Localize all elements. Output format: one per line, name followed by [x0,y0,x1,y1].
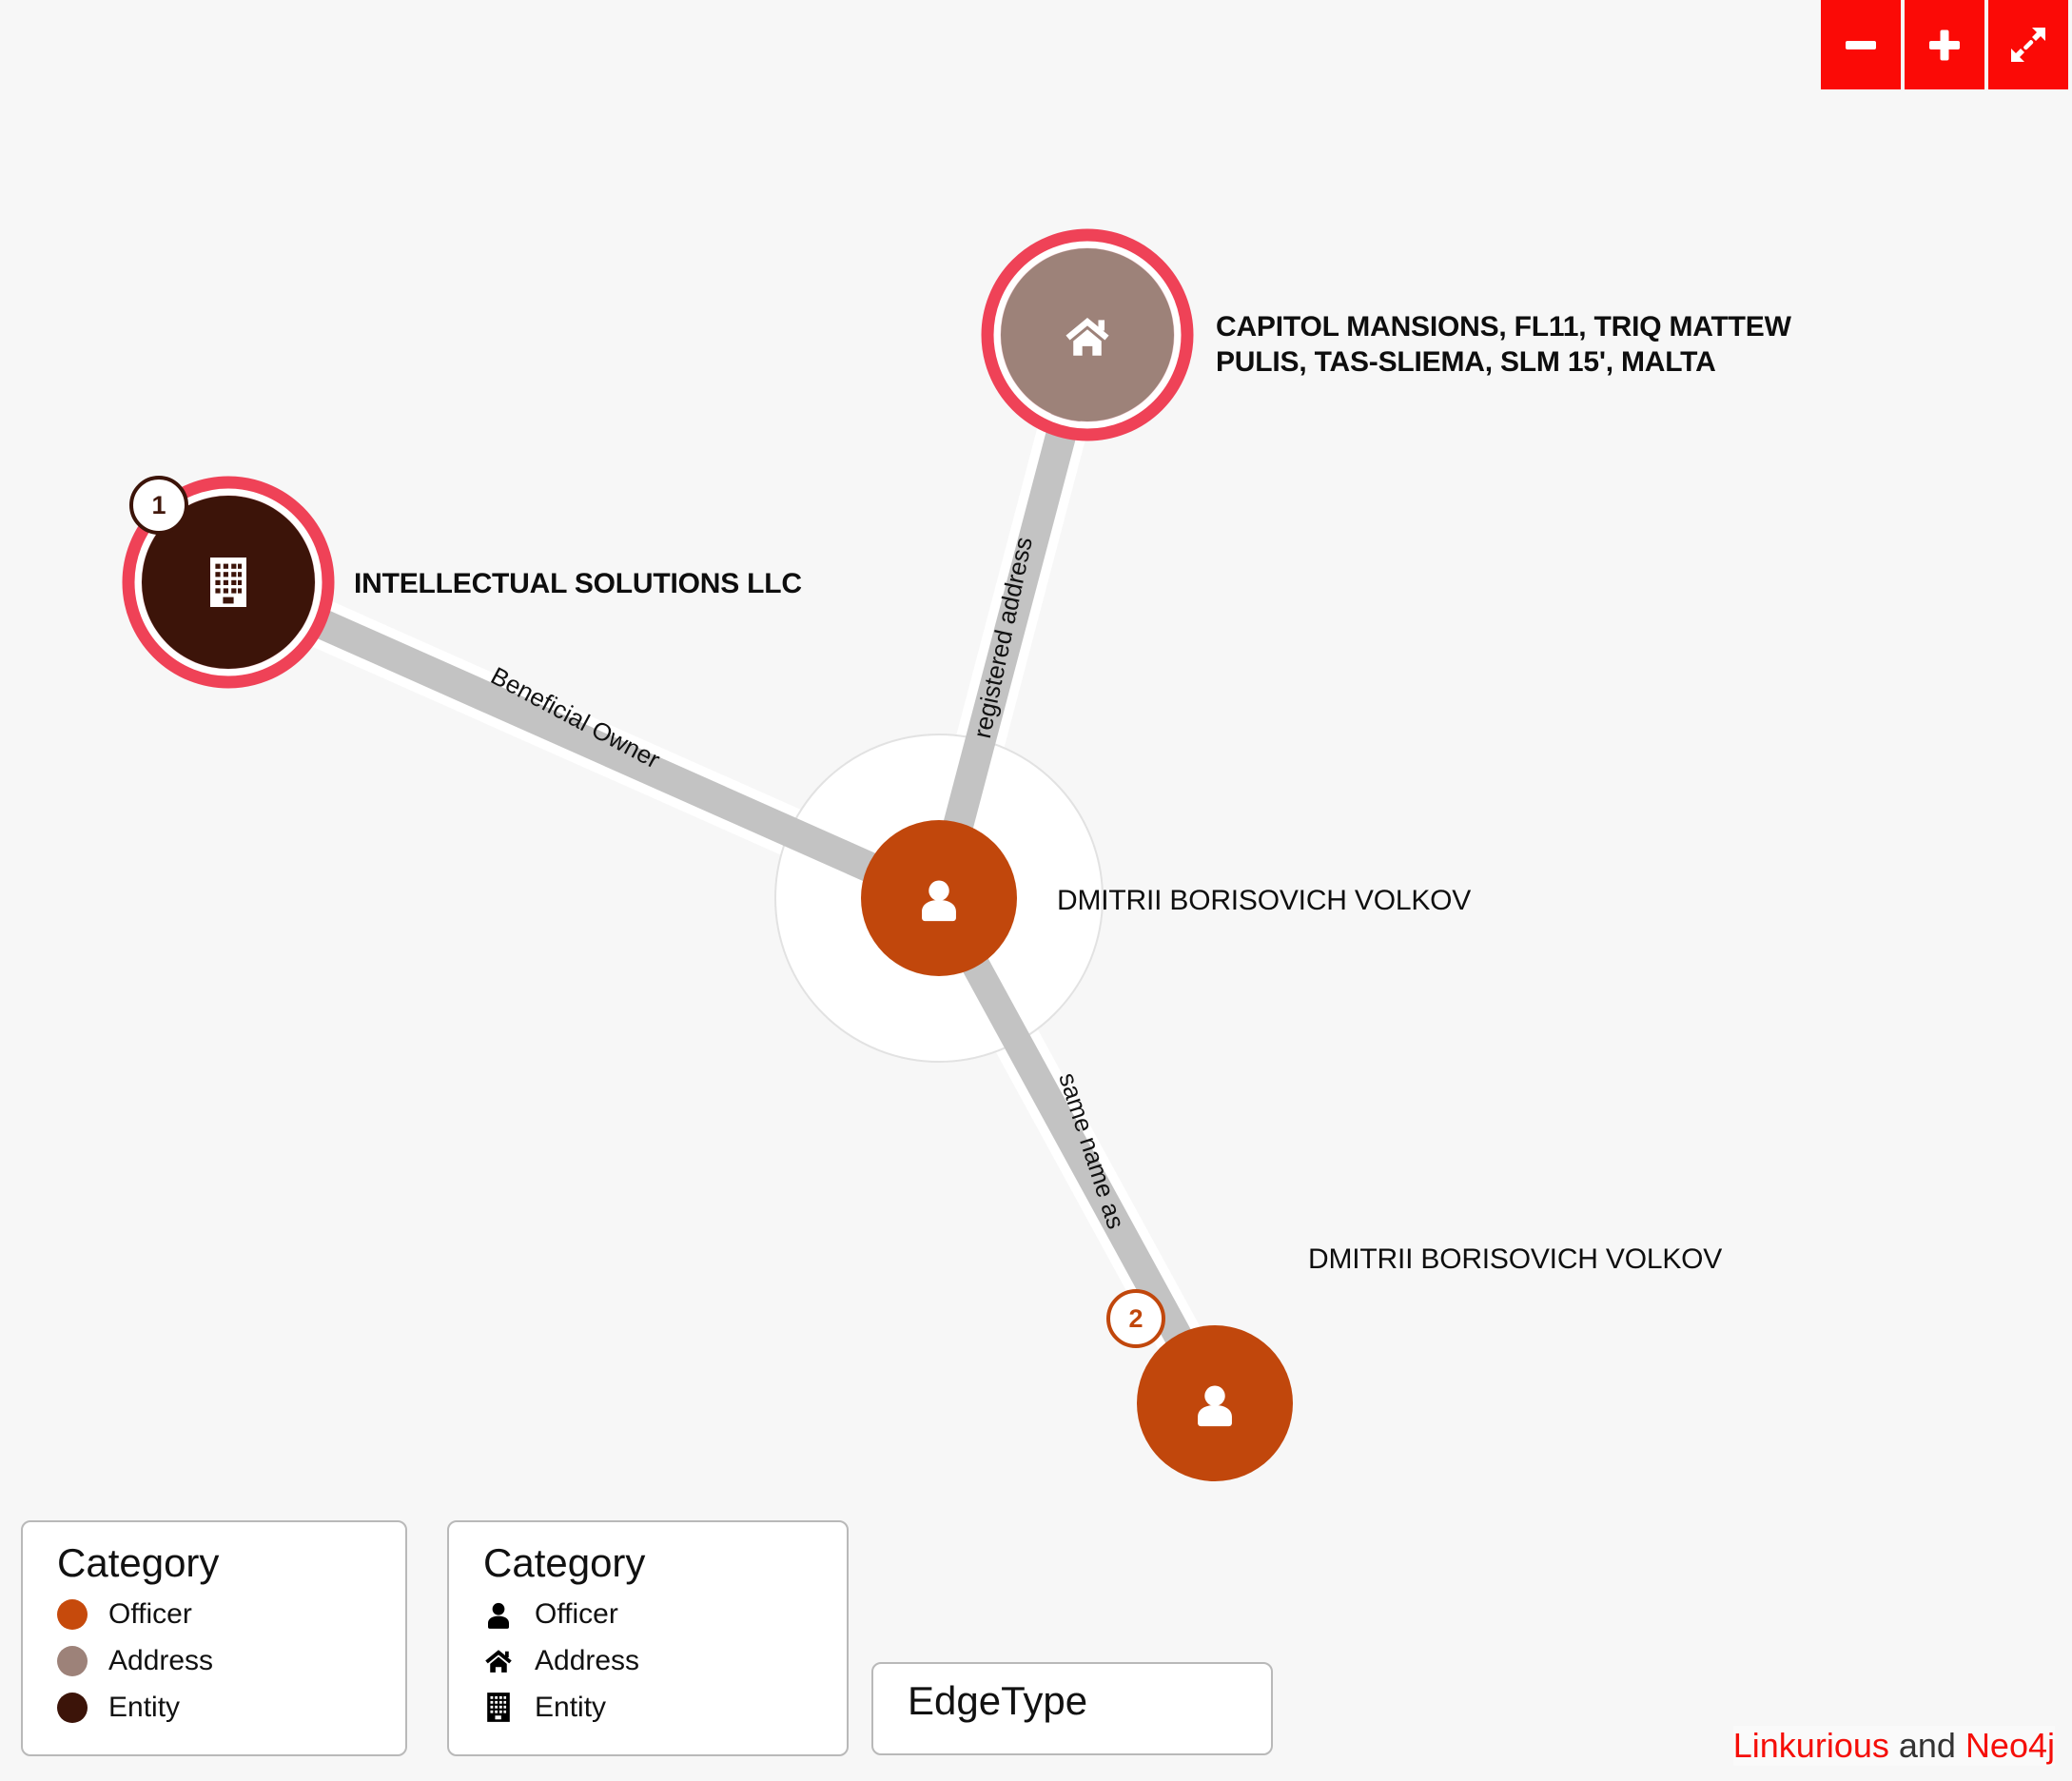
legend-item-label: Address [535,1644,640,1676]
node-label-entity: INTELLECTUAL SOLUTIONS LLC [354,568,802,599]
node-address-capitol-mansions[interactable] [981,228,1194,441]
zoom-in-button[interactable] [1905,0,1984,89]
legend-category-color[interactable]: Category Officer Address Entity [21,1520,407,1756]
neo4j-link[interactable]: Neo4j [1965,1726,2055,1765]
graph-canvas[interactable] [0,0,2072,1781]
plus-icon [1929,29,1960,61]
home-icon [483,1646,514,1676]
legend-category-icon[interactable]: Category Officer Address Entity [447,1520,849,1756]
building-icon [210,558,246,607]
legend-rows: Officer Address Entity [483,1591,822,1731]
legend-item-entity[interactable]: Entity [57,1684,381,1731]
legend-item-label: Entity [535,1691,607,1723]
minus-icon [1846,41,1876,49]
legend-item-address[interactable]: Address [57,1637,381,1684]
legend-item-label: Entity [108,1691,181,1723]
legend-item-entity[interactable]: Entity [483,1684,822,1731]
node-label-officer-duplicate: DMITRII BORISOVICH VOLKOV [1308,1243,1723,1275]
linkurious-link[interactable]: Linkurious [1733,1726,1889,1765]
expand-arrows-icon [2011,28,2045,62]
zoom-controls [1821,0,2068,89]
building-icon [483,1693,514,1723]
legend-item-label: Address [108,1644,214,1676]
legend-edgetype[interactable]: EdgeType [871,1662,1273,1755]
footer-conjunction: and [1888,1726,1965,1765]
node-officer-dmitrii-duplicate[interactable] [1137,1325,1293,1481]
node-label-officer-main: DMITRII BORISOVICH VOLKOV [1057,885,1472,916]
node-label-address: CAPITOL MANSIONS, FL11, TRIQ MATTEW PULI… [1216,311,1791,378]
fit-to-screen-button[interactable] [1988,0,2068,89]
legend-title: EdgeType [908,1678,1088,1723]
entity-color-swatch [57,1692,88,1723]
person-icon [483,1599,514,1630]
legend-title: Category [57,1540,220,1585]
legend-item-label: Officer [535,1597,618,1630]
node-badge-officer-duplicate[interactable]: 2 [1106,1289,1165,1348]
graph-visualization-app: 1 2 CAPITOL MANSIONS, FL11, TRIQ MATTEW … [0,0,2072,1781]
node-officer-dmitrii-main[interactable] [861,820,1017,976]
legend-rows: Officer Address Entity [57,1591,381,1731]
zoom-out-button[interactable] [1821,0,1901,89]
officer-color-swatch [57,1598,88,1630]
legend-item-officer[interactable]: Officer [57,1591,381,1637]
legend-title: Category [483,1540,646,1585]
legend-item-address[interactable]: Address [483,1637,822,1684]
footer-credit: Linkurious and Neo4j [1732,1726,2055,1766]
address-color-swatch [57,1645,88,1676]
edge-beneficial-owner[interactable] [222,568,946,912]
node-badge-entity[interactable]: 1 [129,476,188,535]
legend-item-label: Officer [108,1597,192,1630]
legend-item-officer[interactable]: Officer [483,1591,822,1637]
